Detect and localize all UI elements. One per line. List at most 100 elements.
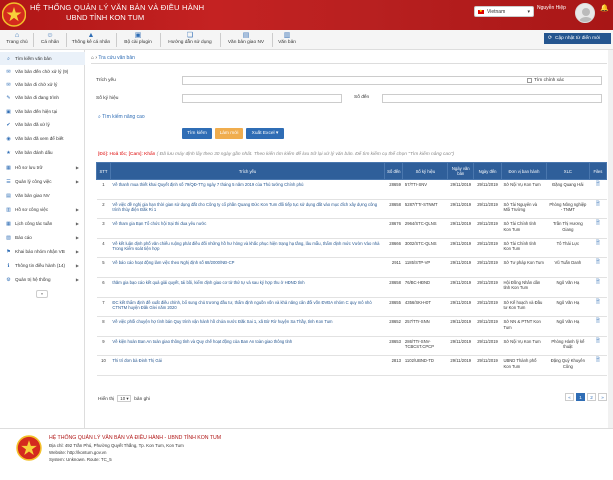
table-row[interactable]: 1 Về thanh mua thiết khai Quyết định số 7…: [96, 179, 607, 200]
update-dictionary-button[interactable]: ⟳ Cập nhật từ điển mới: [544, 33, 611, 44]
scrollbar[interactable]: [608, 50, 613, 428]
attachment-icon[interactable]: 🗎: [589, 355, 607, 376]
col-so-ky-hieu[interactable]: Số ký hiệu: [402, 162, 449, 180]
table-row[interactable]: 5 Về báo cáo hoạt động làm việc theo Nghị…: [96, 257, 607, 278]
attachment-icon[interactable]: 🗎: [589, 336, 607, 357]
sidebar-item-weekly-schedule[interactable]: ▦ Lịch công tác tuần ▶: [0, 217, 85, 230]
sidebar-item-incoming-current[interactable]: ▣ Văn bản đến hiện tại: [0, 105, 85, 118]
row-xlc: Ngô Văn Hạ: [546, 316, 590, 337]
sidebar-item-work-files[interactable]: ▥ Hồ sơ công việc ▶: [0, 203, 85, 216]
info-icon: ℹ: [7, 262, 10, 269]
col-ngay-den[interactable]: Ngày đến: [473, 162, 502, 180]
user-name[interactable]: Nguyễn Hiệp: [537, 5, 566, 11]
attachment-icon[interactable]: 🗎: [589, 238, 607, 259]
sidebar-item-recipient-groups[interactable]: ⚑ Khai báo nhóm nhận VB ▶: [0, 245, 85, 258]
page-prev-button[interactable]: «: [565, 393, 574, 401]
exact-match-checkbox[interactable]: [527, 78, 532, 83]
sidebar-item-reports[interactable]: ▨ Báo cáo ▶: [0, 231, 85, 244]
row-ngay-den: 29/11/2019: [473, 179, 502, 200]
sidebar-item-archive[interactable]: ▦ Hồ sơ lưu trữ ▶: [0, 161, 85, 174]
nav-personal[interactable]: ☺ Cá nhân: [36, 31, 64, 49]
table-row[interactable]: 7 ĐC kết thẩm định đề xuất điều chỉnh, bổ…: [96, 297, 607, 318]
row-ngay-den: 29/11/2019: [473, 316, 502, 337]
home-icon[interactable]: ⌂: [91, 55, 94, 61]
breadcrumb-current[interactable]: Tra cứu văn bản: [98, 55, 135, 61]
row-trich-yeu[interactable]: Thi trì đơn bà Đinh Thị Gái: [110, 355, 385, 376]
table-row[interactable]: 2 Về việc đề nghị gia hạn thời gian sử dụ…: [96, 199, 607, 220]
table-row[interactable]: 6 thăm gia bạo cáo kết quả giải quyết, tá…: [96, 277, 607, 298]
row-trich-yeu[interactable]: Về báo cáo hoạt động làm việc theo Nghị …: [110, 257, 385, 278]
so-den-input[interactable]: [382, 94, 602, 103]
attachment-icon[interactable]: 🗎: [589, 257, 607, 278]
page-2-button[interactable]: 2: [587, 393, 596, 401]
page-size-select[interactable]: 10 ▾: [117, 395, 132, 402]
col-stt[interactable]: STT: [96, 162, 111, 180]
sidebar-item-task-management[interactable]: ☰ Quản lý công việc ▶: [0, 175, 85, 188]
export-excel-button[interactable]: Xuất Excel ▾: [246, 128, 284, 139]
sidebar-item-admin[interactable]: ⚙ Quản trị hệ thống ▶: [0, 273, 85, 286]
col-don-vi[interactable]: Đơn vị ban hành: [500, 162, 547, 180]
nav-personal-stats[interactable]: ▲ Thống kê cá nhân: [68, 31, 114, 49]
reset-button[interactable]: Làm mới: [215, 128, 243, 139]
col-so-den[interactable]: Số đến: [384, 162, 404, 180]
row-trich-yeu[interactable]: Về việc đề nghị gia hạn thời gian sử dụn…: [110, 199, 385, 220]
collapse-sidebar-button[interactable]: «: [36, 290, 48, 298]
sidebar-item-search[interactable]: ⌕ Tìm kiếm văn bản: [0, 52, 85, 65]
nav-home[interactable]: ⌂ Trang chủ: [2, 31, 32, 49]
sidebar-item-marked[interactable]: ★ Văn bản đánh dấu: [0, 146, 85, 159]
language-select[interactable]: Vietnam ▾: [474, 6, 534, 17]
row-trich-yeu[interactable]: Về kết luận định phố văn chiếu ruộng phá…: [110, 238, 385, 259]
notification-icon[interactable]: 🔔: [600, 4, 609, 12]
col-trich-yeu[interactable]: Trích yếu: [109, 162, 386, 180]
row-trich-yeu[interactable]: Về việc phối chuyện hợ tình bán Quy trìn…: [110, 316, 385, 337]
table-row[interactable]: 10 Thi trì đơn bà Đinh Thị Gái 2813 1102/UB…: [96, 355, 607, 376]
attachment-icon[interactable]: 🗎: [589, 179, 607, 200]
table-row[interactable]: 8 Về việc phối chuyện hợ tình bán Quy trì…: [96, 316, 607, 337]
sidebar-item-assigned-docs[interactable]: ▤ Văn bản giao NV: [0, 189, 85, 202]
row-trich-yeu[interactable]: Về thanh mua thiết khai Quyết định số 79…: [110, 179, 385, 200]
col-xlc[interactable]: XLC: [545, 162, 590, 180]
advanced-search-link[interactable]: ⌕ Tìm kiếm nâng cao: [98, 114, 145, 120]
col-files[interactable]: Files: [588, 162, 608, 180]
nav-assigned-docs[interactable]: ▤ Văn bản giao NV: [222, 31, 270, 49]
legend-note: [Đỏ]: Hoả tốc; [Cam]: Khẩn ( Đã lưu máy …: [98, 152, 454, 157]
sidebar-item-viewed[interactable]: ◉ Văn bản đã xem để biết: [0, 132, 85, 145]
row-trich-yeu[interactable]: Về tham gia Bạn Tổ chức hội trại thi đua…: [110, 218, 385, 239]
row-so-ky-hieu: 3002/STC-QLNS: [402, 238, 448, 259]
page-1-button[interactable]: 1: [576, 393, 585, 401]
col-ngay-van-ban[interactable]: Ngày văn bản: [447, 162, 475, 180]
table-row[interactable]: 4 Về kết luận định phố văn chiếu ruộng ph…: [96, 238, 607, 259]
nav-plugin[interactable]: ▣ Bộ cài plugin: [118, 31, 158, 49]
sidebar-item-incoming-pending[interactable]: ✉ Văn bản đến chờ xử lý (9): [0, 65, 85, 78]
row-so-den: 28659: [384, 179, 403, 200]
search-button[interactable]: Tìm kiếm: [182, 128, 212, 139]
page-next-button[interactable]: »: [598, 393, 607, 401]
row-ngay-den: 29/11/2019: [473, 277, 502, 298]
attachment-icon[interactable]: 🗎: [589, 297, 607, 318]
row-don-vi: Sở Tài Chính tỉnh Kon Tum: [501, 218, 547, 239]
table-row[interactable]: 3 Về tham gia Bạn Tổ chức hội trại thi đu…: [96, 218, 607, 239]
attachment-icon[interactable]: 🗎: [589, 277, 607, 298]
nav-documents[interactable]: ▥ Văn bản: [274, 31, 300, 49]
sidebar-item-operations-info[interactable]: ℹ Thông tin điều hành (14) ▶: [0, 259, 85, 272]
sidebar-item-processed[interactable]: ✔ Văn bản đã xử lý: [0, 118, 85, 131]
so-ky-hieu-input[interactable]: [182, 94, 342, 103]
row-trich-yeu[interactable]: Về kiện hoàn Ban An toàn giao thông tỉnh…: [110, 336, 385, 357]
table-row[interactable]: 9 Về kiện hoàn Ban An toàn giao thông tỉn…: [96, 336, 607, 357]
search-icon: ⌕: [98, 114, 101, 120]
sidebar-item-label: Văn bản đi chờ xử lý: [15, 82, 58, 87]
sidebar-item-outgoing-submitted[interactable]: ✎ Văn bản đi đang trình: [0, 91, 85, 104]
home-icon: ⌂: [14, 32, 20, 39]
nav-user-guide[interactable]: ❏ Hướng dẫn sử dụng: [162, 31, 218, 49]
attachment-icon[interactable]: 🗎: [589, 218, 607, 239]
sidebar-item-outgoing-pending[interactable]: ✉ Văn bản đi chờ xử lý: [0, 78, 85, 91]
row-xlc: Phòng Nông nghiệp - TNMT: [546, 199, 590, 220]
attachment-icon[interactable]: 🗎: [589, 316, 607, 337]
attachment-icon[interactable]: 🗎: [589, 199, 607, 220]
nav-label: Bộ cài plugin: [124, 40, 152, 45]
row-trich-yeu[interactable]: ĐC kết thẩm định đề xuất điều chỉnh, bổ …: [110, 297, 385, 318]
footer-website[interactable]: Website: http://kontum.gov.vn: [49, 450, 106, 455]
avatar[interactable]: [575, 3, 595, 23]
footer-title: HỆ THỐNG QUẢN LÝ VĂN BẢN VÀ ĐIỀU HÀNH - …: [49, 435, 222, 441]
row-trich-yeu[interactable]: thăm gia bạo cáo kết quả giải quyết, tái…: [110, 277, 385, 298]
